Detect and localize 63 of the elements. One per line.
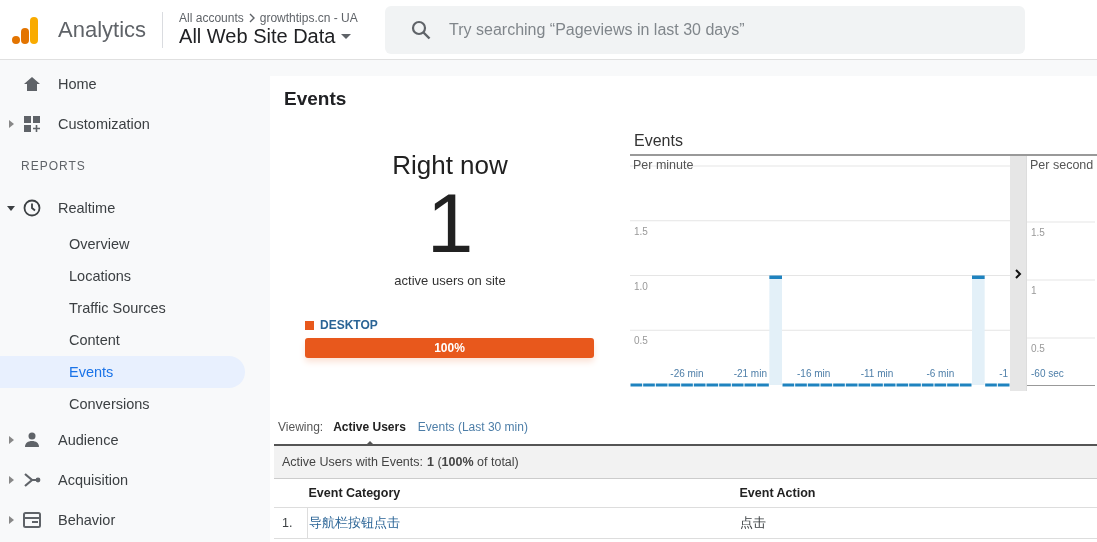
y-tick-label: 0.5 <box>634 335 648 347</box>
nav-item[interactable]: Realtime <box>0 188 245 228</box>
y-tick-label: 1.5 <box>634 225 648 237</box>
right-now-title: Right now <box>392 150 508 181</box>
x-tick-label: -21 min <box>733 368 767 379</box>
analytics-logo[interactable] <box>12 14 40 45</box>
fork-icon <box>22 470 42 490</box>
column-header[interactable]: Event Action <box>738 479 1097 508</box>
column-header[interactable]: Event Category <box>307 479 739 508</box>
page-title: Events <box>283 87 348 111</box>
nav-subitem[interactable]: Conversions <box>0 388 245 420</box>
device-label: DESKTOP <box>320 318 378 332</box>
nav-item[interactable]: Audience <box>0 420 245 460</box>
chart-subtitle: Per second <box>1030 158 1094 172</box>
y-tick-label: 1.0 <box>634 280 648 292</box>
clock-icon <box>22 198 42 218</box>
chevron-right-icon[interactable] <box>1014 268 1022 279</box>
product-name: Analytics <box>58 16 147 43</box>
nav-subitem[interactable]: Locations <box>0 260 245 292</box>
x-tick-label: -26 min <box>670 368 704 379</box>
x-tick-label: -1 <box>999 368 1009 379</box>
nav-subitem[interactable]: Events <box>0 356 245 388</box>
active-user-count: 1 <box>426 181 474 265</box>
chart-title: Events <box>633 132 684 150</box>
summary-label: Active Users with Events: <box>282 455 423 469</box>
x-tick-label: -16 min <box>797 368 831 379</box>
share-reading: 100% <box>433 340 466 357</box>
y-tick-label: 0.5 <box>1031 343 1045 354</box>
row-index: 1. <box>274 507 308 539</box>
nav-item[interactable]: Home <box>0 64 245 104</box>
table-cell: 点击 <box>738 507 1097 539</box>
x-tick-label: -11 min <box>860 368 894 379</box>
property-name[interactable]: growthtips.cn - UA <box>259 11 358 25</box>
nav-item[interactable]: Acquisition <box>0 460 245 500</box>
y-tick-label: 1 <box>1031 285 1037 296</box>
nav-subitem[interactable]: Traffic Sources <box>0 292 245 324</box>
viewing-label: Viewing: <box>278 420 324 434</box>
x-tick-label: -60 sec <box>1031 368 1064 379</box>
nav-subitem[interactable]: Overview <box>0 228 245 260</box>
breadcrumb-link[interactable]: All accounts <box>179 11 244 25</box>
category-link[interactable]: 导航栏按钮点击 <box>307 507 739 539</box>
count-caption: active users on site <box>394 273 506 288</box>
nav-item[interactable]: Customization <box>0 104 245 144</box>
grid-icon <box>22 114 42 134</box>
x-tick-label: -6 min <box>926 368 955 379</box>
chevron-right-icon <box>247 13 256 23</box>
search-field[interactable]: Try searching “Pageviews in last 30 days” <box>385 5 1026 54</box>
view-tab[interactable]: Active Users <box>331 420 408 434</box>
view-tab[interactable]: Events (Last 30 min) <box>415 420 530 434</box>
dropdown-icon[interactable] <box>341 33 352 40</box>
caret-icon[interactable] <box>6 203 16 213</box>
section-heading: REPORTS <box>20 158 87 175</box>
chart-subtitle: Per minute <box>633 158 694 172</box>
y-tick-label: 1.5 <box>1031 227 1045 238</box>
home-icon <box>22 74 42 94</box>
search-icon <box>411 19 432 40</box>
view-selector[interactable]: All Web Site Data <box>179 25 336 48</box>
nav-subitem[interactable]: Content <box>0 324 245 356</box>
nav-item[interactable]: Behavior <box>0 500 245 540</box>
summary-value: 1 (100% of total) <box>427 455 519 469</box>
x-axis <box>1027 385 1095 386</box>
person-icon <box>22 430 42 450</box>
window-icon <box>22 510 42 530</box>
